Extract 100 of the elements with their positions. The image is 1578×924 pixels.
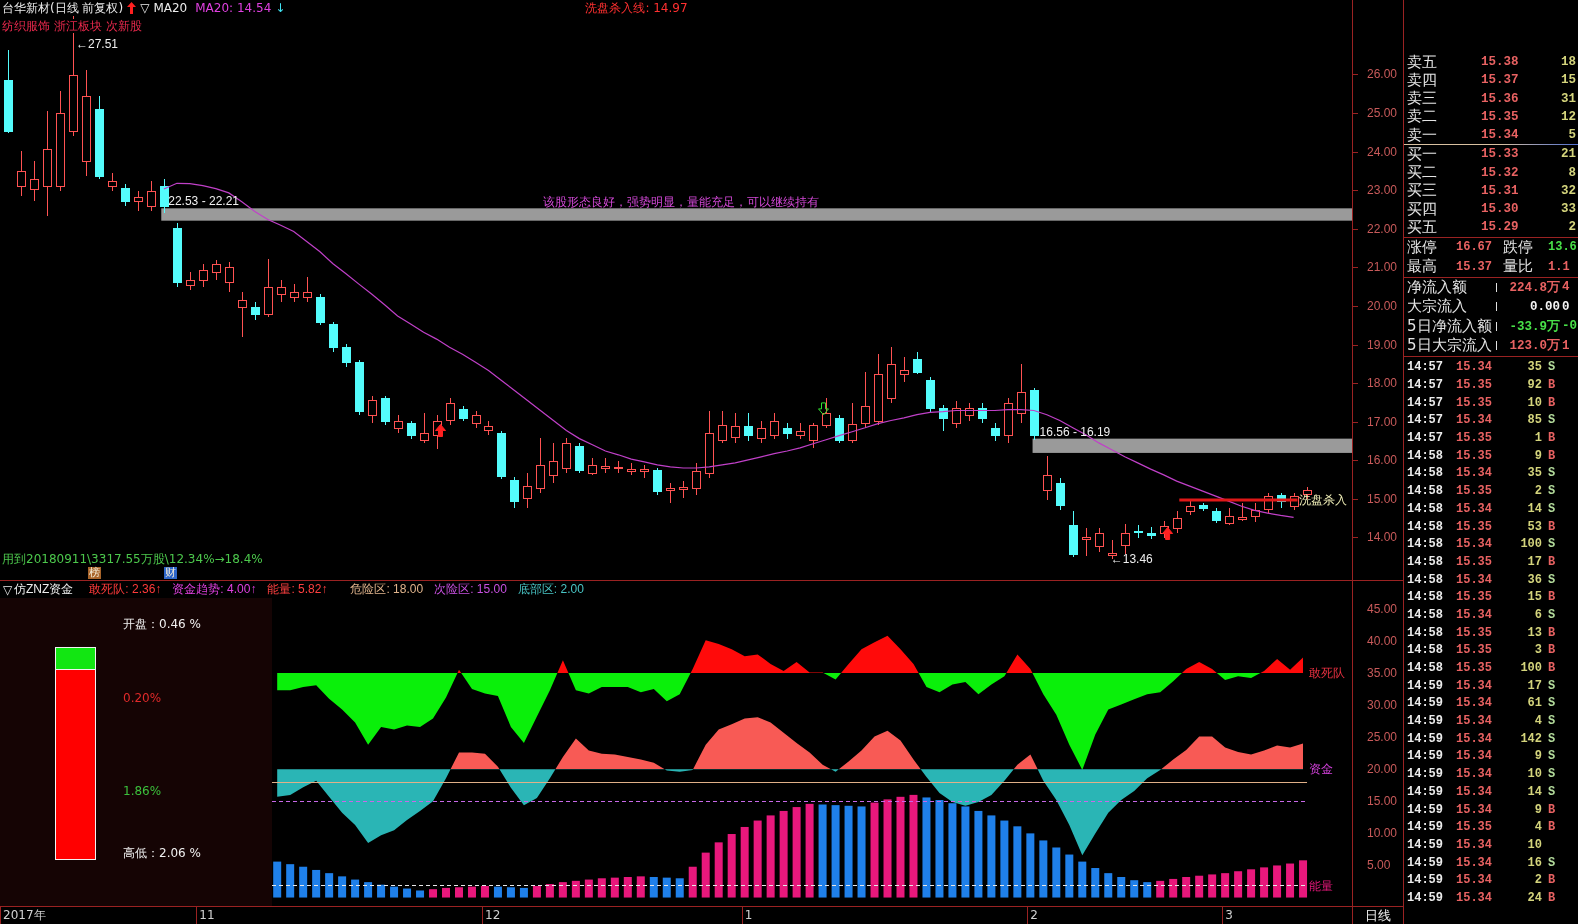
energy-bar [610,877,619,898]
price-pointer-label: ←27.51 [76,37,118,51]
tick-time: 14:59 [1406,696,1444,711]
tick-price: 15.35 [1456,661,1493,676]
price-axis-label: 19.00 [1367,337,1398,352]
tick-side: S [1547,413,1557,428]
energy-bar [1143,882,1152,898]
tick-volume: 17 [1526,554,1542,569]
flow-value: 1 [1561,338,1571,353]
tick-price: 15.34 [1456,714,1493,729]
price-axis-label: 26.00 [1367,67,1398,82]
order-price: 15.37 [1481,73,1520,88]
tick-time: 14:58 [1406,607,1444,622]
info-tag[interactable]: 财 [164,567,177,579]
tick-side: S [1547,537,1557,552]
order-volume: 33 [1560,202,1577,217]
tick-volume: 35 [1526,466,1542,481]
energy-bar [1052,847,1061,898]
tick-time: 14:58 [1406,466,1444,481]
energy-bar [545,884,554,898]
price-axis-label: 22.00 [1367,221,1398,236]
tick-side: B [1547,890,1557,905]
flow-value: 0 [1561,299,1571,314]
energy-bar [1247,869,1256,898]
tick-side: S [1547,607,1557,622]
flow-value: 224.8万 [1508,279,1560,296]
order-volume: 8 [1567,165,1577,180]
tick-time: 14:59 [1406,749,1444,764]
tick-volume: 4 [1533,714,1542,729]
high-low-range: 高低：2.06 % [123,846,201,860]
quote-label: 跌停 [1502,238,1534,256]
order-price: 15.32 [1481,165,1520,180]
tick-time: 14:58 [1406,501,1444,516]
energy-bar [1078,861,1087,898]
tick-price: 15.35 [1456,590,1493,605]
order-price: 15.35 [1481,109,1520,124]
indicator-axis-label: 30.00 [1367,698,1398,713]
tick-price: 15.35 [1456,519,1493,534]
tick-side: S [1547,767,1557,782]
energy-bar [1156,880,1165,898]
tick-time: 14:59 [1406,855,1444,870]
tick-volume: 9 [1533,749,1542,764]
indicator-axis-label: 35.00 [1367,666,1398,680]
energy-bar [338,876,347,898]
tick-price: 15.34 [1456,537,1493,552]
tick-time: 14:58 [1406,590,1444,605]
order-price: 15.31 [1481,183,1520,198]
tick-side: B [1547,431,1557,446]
energy-bar [1182,877,1191,898]
tick-price: 15.35 [1456,378,1493,393]
energy-bar [493,886,502,898]
tick-volume: 35 [1526,360,1542,375]
tick-side: S [1547,714,1557,729]
ma-toggle[interactable]: ▽ [140,1,150,15]
price-axis-label: 14.00 [1367,530,1398,545]
tick-time: 14:58 [1406,661,1444,676]
energy-bar [1208,874,1217,898]
order-level-label: 卖三 [1406,90,1438,108]
chart-comment: 该股形态良好，强势明显，量能充足，可以继续持有 [543,194,820,209]
tick-time: 14:59 [1406,890,1444,905]
energy-bar [312,869,321,898]
tick-side: B [1547,873,1557,888]
tick-price: 15.34 [1456,749,1493,764]
tick-time: 14:59 [1406,731,1444,746]
tick-price: 15.34 [1456,572,1493,587]
trend-arrow: ↓ [275,1,286,15]
order-level-label: 买五 [1406,218,1438,236]
energy-bar [1091,868,1100,898]
energy-bar [403,888,412,898]
info-tag[interactable]: 榜 [88,567,101,579]
energy-bar [299,866,308,898]
tick-side: S [1547,466,1557,481]
tick-time: 14:58 [1406,625,1444,640]
tick-time: 14:58 [1406,554,1444,569]
flow-value: 123.0万 [1508,338,1560,355]
tick-price: 15.35 [1456,484,1493,499]
band-label: 16.56 - 16.19 [1039,424,1111,439]
tick-volume: 142 [1519,731,1542,746]
indicator-toggle[interactable]: ▽ [3,582,12,597]
up-arrow-icon [127,2,137,14]
tick-time: 14:57 [1406,395,1444,410]
energy-bar [1273,865,1282,898]
tick-time: 14:57 [1406,378,1444,393]
date-label: 3 [1225,908,1233,923]
indicator-name: 仿ZNZ资金 [14,581,74,598]
tick-side: B [1547,554,1557,569]
energy-bar [532,886,541,898]
tick-price: 15.34 [1456,784,1493,799]
stock-title: 台华新材(日线 前复权) [2,1,124,15]
period-label[interactable]: 日线 [1365,906,1391,924]
tick-price: 15.34 [1456,873,1493,888]
tick-time: 14:58 [1406,572,1444,587]
line-reading: 洗盘杀入线: 14.97 [585,1,688,15]
date-label: 1 [744,908,753,923]
tick-volume: 15 [1526,590,1542,605]
flow-value: 4 [1561,280,1571,295]
price-axis-label: 24.00 [1367,144,1398,159]
tick-price: 15.35 [1456,448,1493,463]
tick-side: S [1547,749,1557,764]
energy-bar [416,890,425,898]
